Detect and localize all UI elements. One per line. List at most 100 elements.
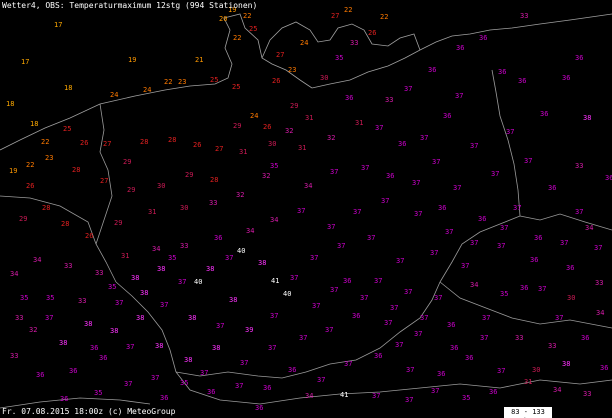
station-value: 36 — [465, 354, 473, 362]
station-value: 38 — [212, 344, 220, 352]
station-value: 34 — [270, 216, 278, 224]
station-value: 37 — [290, 274, 298, 282]
station-value: 35 — [335, 54, 343, 62]
station-value: 36 — [343, 277, 351, 285]
station-value: 38 — [59, 339, 67, 347]
station-value: 28 — [72, 166, 80, 174]
station-value: 37 — [126, 343, 134, 351]
station-value: 28 — [168, 136, 176, 144]
station-value: 37 — [270, 312, 278, 320]
station-value: 36 — [263, 384, 271, 392]
station-value: 31 — [524, 378, 532, 386]
station-value: 37 — [506, 128, 514, 136]
station-value: 27 — [331, 12, 339, 20]
station-value: 37 — [115, 299, 123, 307]
station-value: 24 — [143, 86, 151, 94]
station-value: 33 — [180, 242, 188, 250]
station-value: 36 — [352, 312, 360, 320]
station-value: 35 — [180, 379, 188, 387]
station-value: 33 — [515, 334, 523, 342]
station-value: 37 — [367, 234, 375, 242]
station-value: 38 — [155, 342, 163, 350]
station-value: 18 — [30, 120, 38, 128]
station-value: 37 — [480, 334, 488, 342]
station-value: 37 — [327, 223, 335, 231]
station-value: 37 — [312, 302, 320, 310]
station-value: 38 — [157, 265, 165, 273]
weather-map: 17 17 19 18 18 18 19 21 20 19 22 25 22 27 23 25 24 29 26 24… — [0, 0, 612, 418]
station-value: 40 — [194, 278, 202, 286]
station-value: 37 — [455, 92, 463, 100]
station-value: 41 — [340, 391, 348, 399]
station-value: 19 — [128, 56, 136, 64]
station-value: 37 — [513, 204, 521, 212]
border-cz-pl — [519, 213, 612, 231]
station-value: 36 — [60, 395, 68, 403]
station-value: 37 — [235, 382, 243, 390]
station-value: 38 — [258, 259, 266, 267]
station-value: 28 — [210, 176, 218, 184]
station-value: 22 — [344, 6, 352, 14]
station-value: 38 — [562, 360, 570, 368]
station-value: 25 — [232, 83, 240, 91]
station-value: 33 — [520, 12, 528, 20]
station-value: 37 — [396, 257, 404, 265]
station-value: 23 — [45, 154, 53, 162]
station-value: 36 — [520, 284, 528, 292]
station-value: 31 — [121, 252, 129, 260]
station-value: 38 — [188, 314, 196, 322]
station-value: 37 — [124, 380, 132, 388]
station-value: 36 — [255, 404, 263, 412]
station-value: 37 — [404, 288, 412, 296]
station-value: 38 — [229, 296, 237, 304]
map-footer: Fr. 07.08.2015 18:00z (c) MeteoGroup — [2, 407, 176, 416]
station-value: 26 — [263, 123, 271, 131]
station-value: 36 — [438, 204, 446, 212]
coastline-denmark — [261, 21, 421, 59]
station-value: 22 — [233, 34, 241, 42]
station-value: 37 — [405, 396, 413, 404]
station-value: 34 — [585, 224, 593, 232]
station-value: 26 — [26, 182, 34, 190]
station-value: 38 — [206, 265, 214, 273]
station-value: 40 — [283, 290, 291, 298]
station-value: 36 — [69, 367, 77, 375]
station-value: 26 — [85, 232, 93, 240]
station-value: 34 — [10, 270, 18, 278]
station-value: 26 — [80, 139, 88, 147]
station-value: 22 — [243, 12, 251, 20]
station-value: 36 — [605, 174, 612, 182]
station-value: 37 — [374, 277, 382, 285]
station-value: 37 — [445, 228, 453, 236]
station-value: 30 — [532, 366, 540, 374]
station-value: 36 — [288, 366, 296, 374]
station-value: 39 — [245, 326, 253, 334]
station-value: 36 — [90, 344, 98, 352]
station-value: 34 — [246, 227, 254, 235]
station-value: 23 — [288, 66, 296, 74]
station-value: 27 — [276, 51, 284, 59]
station-value: 37 — [299, 334, 307, 342]
station-value: 18 — [64, 84, 72, 92]
border-nl-de — [95, 103, 113, 245]
station-value: 22 — [41, 138, 49, 146]
station-value: 30 — [157, 182, 165, 190]
station-value: 28 — [42, 204, 50, 212]
station-value: 20 — [219, 15, 227, 23]
station-value: 18 — [6, 100, 14, 108]
station-value: 37 — [412, 179, 420, 187]
station-value: 35 — [46, 294, 54, 302]
station-value: 27 — [100, 177, 108, 185]
station-value: 36 — [99, 354, 107, 362]
station-value: 33 — [385, 96, 393, 104]
station-value: 37 — [240, 359, 248, 367]
station-value: 33 — [575, 162, 583, 170]
station-value: 37 — [395, 341, 403, 349]
station-value: 37 — [432, 158, 440, 166]
station-value: 37 — [575, 208, 583, 216]
station-value: 30 — [320, 74, 328, 82]
station-value: 37 — [297, 207, 305, 215]
station-value: 38 — [140, 289, 148, 297]
station-value: 25 — [210, 76, 218, 84]
border-ch-de — [175, 371, 307, 379]
